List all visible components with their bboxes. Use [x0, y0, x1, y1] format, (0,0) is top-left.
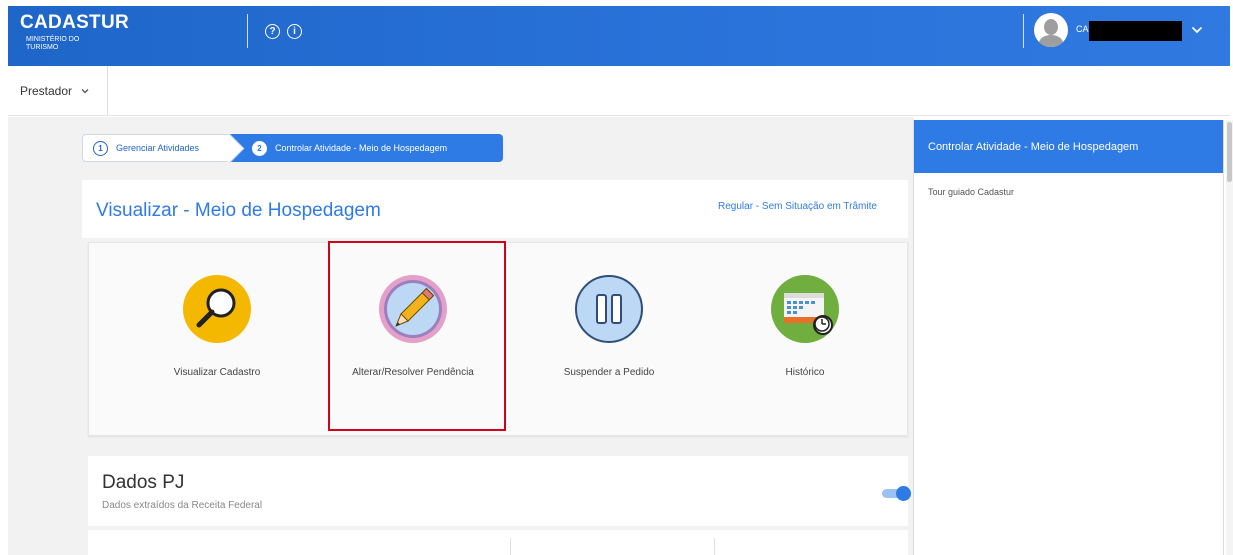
magnifier-icon	[183, 275, 251, 343]
action-suspender-a-pedido[interactable]: Suspender a Pedido	[519, 243, 699, 437]
header-divider	[247, 14, 248, 48]
profile-dropdown[interactable]: Prestador	[8, 66, 108, 116]
step-controlar-atividade[interactable]: 2 Controlar Atividade - Meio de Hospedag…	[230, 134, 503, 162]
dados-pj-fields	[88, 530, 908, 555]
pause-icon	[575, 275, 643, 343]
highlight-box	[328, 241, 506, 431]
action-visualizar-cadastro[interactable]: Visualizar Cadastro	[127, 243, 307, 437]
step-number: 2	[252, 140, 267, 156]
action-label: Visualizar Cadastro	[173, 367, 261, 378]
info-icon[interactable]: i	[287, 24, 302, 39]
brand-name: CADASTUR	[20, 12, 130, 33]
breadcrumb-stepper: 1 Gerenciar Atividades 2 Controlar Ativi…	[82, 134, 503, 162]
status-badge: Regular - Sem Situação em Trâmite	[718, 201, 877, 212]
header-divider-right	[1023, 14, 1024, 48]
toggle-knob	[896, 486, 911, 501]
chevron-down-icon	[81, 89, 89, 94]
section-title: Dados PJ	[102, 472, 185, 493]
profile-dropdown-label: Prestador	[20, 84, 73, 98]
user-name[interactable]: CA	[1076, 24, 1089, 34]
step-number: 1	[93, 140, 108, 156]
dados-pj-toggle[interactable]	[882, 486, 912, 501]
help-side-panel: Controlar Atividade - Meio de Hospedagem…	[913, 120, 1224, 555]
avatar-body	[1039, 35, 1063, 47]
page-scrollbar[interactable]	[1226, 120, 1233, 555]
calendar-clock-icon	[771, 275, 839, 343]
step-label: Gerenciar Atividades	[116, 143, 200, 153]
brand-logo[interactable]: CADASTUR MINISTÉRIO DO TURISMO	[20, 12, 129, 52]
action-historico[interactable]: Histórico	[715, 243, 895, 437]
action-label: Histórico	[785, 367, 825, 378]
action-label: Suspender a Pedido	[563, 367, 655, 378]
brand-subtitle: MINISTÉRIO DO TURISMO	[26, 36, 80, 51]
help-icon[interactable]: ?	[265, 24, 280, 39]
user-menu-chevron-icon[interactable]	[1191, 24, 1203, 36]
avatar-head	[1044, 19, 1058, 35]
field-divider	[714, 538, 715, 555]
dados-pj-section: Dados PJ Dados extraídos da Receita Fede…	[88, 456, 911, 526]
title-card: Visualizar - Meio de Hospedagem Regular …	[82, 180, 908, 238]
section-subtitle: Dados extraídos da Receita Federal	[102, 500, 263, 511]
profile-bar: Prestador	[8, 66, 1230, 116]
page-title: Visualizar - Meio de Hospedagem	[96, 200, 381, 221]
user-avatar[interactable]	[1034, 13, 1068, 47]
side-panel-heading: Controlar Atividade - Meio de Hospedagem	[914, 120, 1223, 173]
scrollbar-thumb[interactable]	[1227, 122, 1232, 182]
tour-guiado-link[interactable]: Tour guiado Cadastur	[928, 187, 1223, 197]
step-label: Controlar Atividade - Meio de Hospedagem	[275, 143, 448, 153]
redacted-name	[1089, 21, 1182, 41]
field-divider	[510, 538, 511, 555]
step-gerenciar-atividades[interactable]: 1 Gerenciar Atividades	[82, 134, 230, 162]
